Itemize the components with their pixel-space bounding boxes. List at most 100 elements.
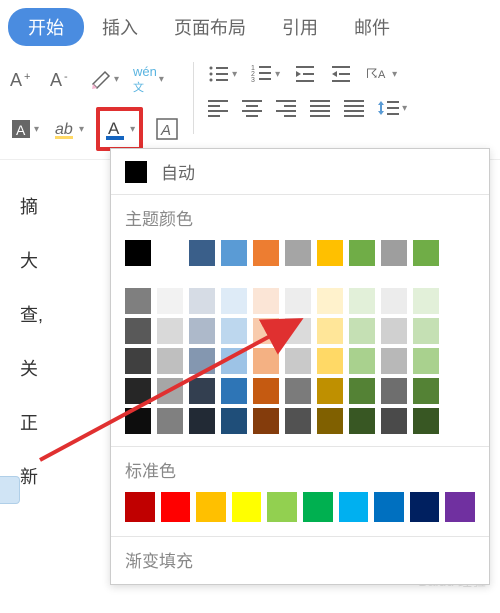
color-swatch[interactable] bbox=[189, 240, 215, 266]
tab-start[interactable]: 开始 bbox=[8, 8, 84, 46]
color-swatch[interactable] bbox=[285, 408, 311, 434]
color-swatch[interactable] bbox=[285, 378, 311, 404]
color-swatch[interactable] bbox=[413, 288, 439, 314]
color-swatch[interactable] bbox=[285, 288, 311, 314]
color-swatch[interactable] bbox=[125, 288, 151, 314]
char-border-button[interactable]: A bbox=[153, 115, 181, 143]
color-swatch[interactable] bbox=[157, 240, 183, 266]
phonetic-button[interactable]: wén文▾ bbox=[131, 62, 166, 97]
color-swatch[interactable] bbox=[253, 240, 279, 266]
tab-reference[interactable]: 引用 bbox=[264, 8, 336, 46]
svg-text:☈: ☈ bbox=[366, 66, 378, 81]
color-swatch[interactable] bbox=[445, 492, 475, 522]
page-handle-icon[interactable] bbox=[0, 476, 20, 504]
color-swatch[interactable] bbox=[125, 348, 151, 374]
color-swatch[interactable] bbox=[413, 240, 439, 266]
shrink-font-button[interactable]: A- bbox=[48, 66, 78, 94]
align-justify-button[interactable] bbox=[308, 97, 332, 119]
tab-layout[interactable]: 页面布局 bbox=[156, 8, 264, 46]
color-swatch[interactable] bbox=[349, 348, 375, 374]
bullet-list-button[interactable]: ▾ bbox=[206, 62, 239, 86]
color-swatch[interactable] bbox=[267, 492, 297, 522]
color-swatch[interactable] bbox=[317, 288, 343, 314]
color-swatch[interactable] bbox=[253, 348, 279, 374]
color-swatch[interactable] bbox=[303, 492, 333, 522]
color-swatch[interactable] bbox=[349, 378, 375, 404]
color-swatch[interactable] bbox=[285, 348, 311, 374]
color-swatch[interactable] bbox=[413, 378, 439, 404]
char-shading-button[interactable]: A▾ bbox=[8, 116, 41, 142]
color-swatch[interactable] bbox=[189, 318, 215, 344]
color-swatch[interactable] bbox=[285, 318, 311, 344]
color-swatch[interactable] bbox=[125, 240, 151, 266]
color-swatch[interactable] bbox=[381, 408, 407, 434]
color-swatch[interactable] bbox=[349, 288, 375, 314]
color-swatch[interactable] bbox=[349, 318, 375, 344]
color-swatch[interactable] bbox=[253, 318, 279, 344]
color-swatch[interactable] bbox=[221, 348, 247, 374]
color-swatch[interactable] bbox=[157, 408, 183, 434]
indent-decrease-button[interactable] bbox=[292, 62, 318, 86]
color-swatch[interactable] bbox=[285, 240, 311, 266]
color-swatch[interactable] bbox=[413, 318, 439, 344]
color-swatch[interactable] bbox=[349, 408, 375, 434]
line-spacing-button[interactable]: ▾ bbox=[376, 96, 409, 120]
color-swatch[interactable] bbox=[413, 348, 439, 374]
color-swatch[interactable] bbox=[157, 348, 183, 374]
color-swatch[interactable] bbox=[253, 408, 279, 434]
color-swatch[interactable] bbox=[125, 492, 155, 522]
color-swatch[interactable] bbox=[253, 378, 279, 404]
color-swatch[interactable] bbox=[374, 492, 404, 522]
color-swatch[interactable] bbox=[161, 492, 191, 522]
color-swatch[interactable] bbox=[196, 492, 226, 522]
color-swatch[interactable] bbox=[221, 408, 247, 434]
color-swatch[interactable] bbox=[317, 408, 343, 434]
color-swatch[interactable] bbox=[413, 408, 439, 434]
color-swatch[interactable] bbox=[157, 318, 183, 344]
clear-format-button[interactable]: ▾ bbox=[88, 67, 121, 93]
color-swatch[interactable] bbox=[317, 348, 343, 374]
color-swatch[interactable] bbox=[381, 318, 407, 344]
color-swatch[interactable] bbox=[317, 318, 343, 344]
color-swatch[interactable] bbox=[410, 492, 440, 522]
color-swatch[interactable] bbox=[189, 408, 215, 434]
color-swatch[interactable] bbox=[381, 348, 407, 374]
color-swatch[interactable] bbox=[189, 288, 215, 314]
gradient-fill-row[interactable]: 渐变填充 bbox=[111, 536, 489, 584]
grow-font-button[interactable]: A+ bbox=[8, 66, 38, 94]
color-swatch[interactable] bbox=[221, 240, 247, 266]
color-swatch[interactable] bbox=[125, 378, 151, 404]
color-swatch[interactable] bbox=[221, 318, 247, 344]
color-swatch[interactable] bbox=[125, 318, 151, 344]
number-list-button[interactable]: 123▾ bbox=[249, 62, 282, 86]
color-swatch[interactable] bbox=[157, 288, 183, 314]
color-swatch[interactable] bbox=[125, 408, 151, 434]
color-swatch[interactable] bbox=[221, 378, 247, 404]
color-swatch[interactable] bbox=[189, 348, 215, 374]
svg-text:3: 3 bbox=[251, 77, 255, 84]
color-swatch[interactable] bbox=[339, 492, 369, 522]
color-swatch[interactable] bbox=[253, 288, 279, 314]
color-swatch[interactable] bbox=[381, 240, 407, 266]
text-direction-button[interactable]: ☈A▾ bbox=[364, 62, 399, 86]
color-swatch[interactable] bbox=[381, 378, 407, 404]
color-swatch[interactable] bbox=[317, 240, 343, 266]
tab-mail[interactable]: 邮件 bbox=[336, 8, 408, 46]
indent-increase-button[interactable] bbox=[328, 62, 354, 86]
align-left-button[interactable] bbox=[206, 97, 230, 119]
highlight-button[interactable]: ab▾ bbox=[51, 116, 86, 142]
align-center-button[interactable] bbox=[240, 97, 264, 119]
color-swatch[interactable] bbox=[232, 492, 262, 522]
align-distribute-button[interactable] bbox=[342, 97, 366, 119]
auto-color-row[interactable]: 自动 bbox=[111, 149, 489, 195]
color-swatch[interactable] bbox=[157, 378, 183, 404]
svg-text:A: A bbox=[378, 69, 386, 81]
align-right-button[interactable] bbox=[274, 97, 298, 119]
color-swatch[interactable] bbox=[381, 288, 407, 314]
tab-insert[interactable]: 插入 bbox=[84, 8, 156, 46]
color-swatch[interactable] bbox=[221, 288, 247, 314]
font-color-button[interactable]: A▾ bbox=[102, 115, 137, 143]
color-swatch[interactable] bbox=[189, 378, 215, 404]
color-swatch[interactable] bbox=[317, 378, 343, 404]
color-swatch[interactable] bbox=[349, 240, 375, 266]
